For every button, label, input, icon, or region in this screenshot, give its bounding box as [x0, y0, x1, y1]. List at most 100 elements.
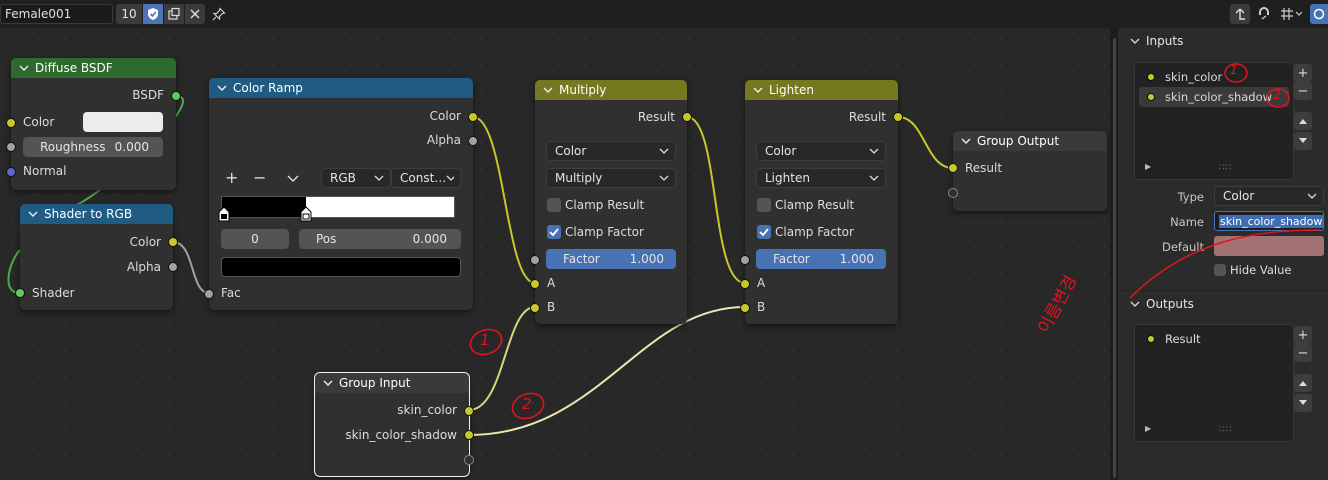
- color-mode-select[interactable]: RGB: [321, 168, 391, 188]
- remove-output-button[interactable]: −: [1294, 344, 1312, 362]
- active-stop-field[interactable]: 0: [221, 229, 289, 249]
- input-roughness-socket[interactable]: [6, 142, 16, 152]
- input-normal-socket[interactable]: [6, 167, 16, 177]
- output-skin-color-shadow-socket[interactable]: [464, 430, 474, 440]
- input-result-socket[interactable]: [948, 163, 958, 173]
- chevron-down-icon[interactable]: [1130, 37, 1140, 45]
- input-a-socket[interactable]: [740, 279, 750, 289]
- pin-icon[interactable]: [209, 4, 229, 24]
- output-color-socket[interactable]: [468, 112, 478, 122]
- add-stop-icon[interactable]: +: [225, 168, 238, 187]
- color-ramp-gradient[interactable]: [221, 196, 455, 218]
- chevron-down-icon[interactable]: [19, 63, 29, 73]
- empty-output-socket[interactable]: [464, 455, 474, 465]
- move-down-button[interactable]: [1294, 132, 1312, 150]
- chevron-down-icon[interactable]: [1130, 300, 1140, 308]
- fake-user-shield-icon[interactable]: [143, 4, 163, 24]
- shader-to-rgb-header[interactable]: Shader to RGB: [20, 204, 173, 224]
- input-b-socket[interactable]: [530, 303, 540, 313]
- remove-input-button[interactable]: −: [1294, 82, 1312, 100]
- outputs-list[interactable]: Result ▶ ∷∷: [1134, 324, 1294, 442]
- region-divider[interactable]: [1110, 28, 1118, 480]
- user-count-badge[interactable]: 10: [116, 4, 142, 24]
- data-type-select[interactable]: Color: [756, 141, 886, 161]
- input-factor-socket[interactable]: [530, 255, 540, 265]
- input-a-socket[interactable]: [530, 279, 540, 289]
- overlay-toggle-icon[interactable]: [1310, 4, 1328, 24]
- add-output-button[interactable]: +: [1294, 326, 1312, 344]
- chevron-down-icon[interactable]: [28, 209, 38, 219]
- group-input-header[interactable]: Group Input: [315, 373, 469, 393]
- close-icon[interactable]: [185, 4, 205, 24]
- output-color-socket[interactable]: [168, 237, 178, 247]
- chevron-down-icon[interactable]: [543, 85, 553, 95]
- inputs-list[interactable]: skin_color skin_color_shadow ▶ ∷∷: [1134, 62, 1294, 180]
- stop-marker-icon[interactable]: [218, 206, 230, 222]
- duplicate-icon[interactable]: [164, 4, 184, 24]
- hide-value-checkbox[interactable]: [1214, 264, 1226, 276]
- add-input-button[interactable]: +: [1294, 64, 1312, 82]
- stop-marker-icon[interactable]: [300, 206, 312, 222]
- multiply-node[interactable]: Multiply Result Color Multiply Clamp Res…: [530, 80, 692, 324]
- clamp-result-checkbox[interactable]: [757, 198, 771, 212]
- chevron-down-icon[interactable]: [323, 378, 333, 388]
- input-fac-socket[interactable]: [204, 289, 214, 299]
- lighten-node[interactable]: Lighten Result Color Lighten Clamp Resul…: [740, 80, 903, 324]
- output-result-socket[interactable]: [682, 112, 692, 122]
- output-alpha-socket[interactable]: [468, 136, 478, 146]
- group-output-node[interactable]: Group Output Result: [948, 131, 1107, 211]
- diffuse-bsdf-node[interactable]: Diffuse BSDF BSDF Color Roughness 0.000 …: [6, 58, 181, 190]
- parent-node-tree-icon[interactable]: [1230, 4, 1250, 24]
- socket-name-input[interactable]: skin_color_shadow: [1214, 211, 1324, 231]
- roughness-field[interactable]: Roughness 0.000: [23, 137, 163, 157]
- move-down-button[interactable]: [1294, 394, 1312, 412]
- snap-magnet-icon[interactable]: [1254, 4, 1274, 24]
- list-item-selected[interactable]: skin_color_shadow: [1139, 87, 1289, 107]
- resize-grip-icon[interactable]: ∷∷: [1219, 425, 1232, 435]
- resize-grip-icon[interactable]: ∷∷: [1219, 163, 1232, 173]
- outputs-section-header[interactable]: Outputs: [1130, 297, 1194, 311]
- shader-to-rgb-node[interactable]: Shader to RGB Color Alpha Shader: [15, 204, 178, 310]
- list-item[interactable]: Result: [1139, 329, 1289, 349]
- input-b-socket[interactable]: [740, 303, 750, 313]
- stop-position-field[interactable]: Pos 0.000: [299, 229, 461, 249]
- default-color-swatch[interactable]: [1214, 236, 1324, 256]
- blend-mode-select[interactable]: Lighten: [756, 168, 886, 188]
- input-shader-socket[interactable]: [15, 288, 25, 298]
- clamp-factor-checkbox[interactable]: [547, 225, 561, 239]
- scrollbar[interactable]: [1113, 38, 1116, 478]
- blend-mode-select[interactable]: Multiply: [546, 168, 676, 188]
- lighten-header[interactable]: Lighten: [745, 80, 898, 100]
- node-editor[interactable]: Diffuse BSDF BSDF Color Roughness 0.000 …: [0, 0, 1118, 480]
- group-output-header[interactable]: Group Output: [953, 131, 1107, 151]
- expand-filter-icon[interactable]: ▶: [1145, 424, 1151, 433]
- socket-type-select[interactable]: Color: [1214, 186, 1324, 206]
- color-ramp-node[interactable]: Color Ramp Color Alpha + − RGB Const… 0 …: [204, 78, 478, 310]
- node-tree-name-field[interactable]: Female001: [0, 4, 113, 24]
- output-skin-color-socket[interactable]: [464, 406, 474, 416]
- remove-stop-icon[interactable]: −: [253, 168, 266, 187]
- input-color-socket[interactable]: [6, 118, 16, 128]
- input-factor-socket[interactable]: [740, 255, 750, 265]
- chevron-down-icon[interactable]: [753, 85, 763, 95]
- chevron-down-icon[interactable]: [961, 136, 971, 146]
- multiply-header[interactable]: Multiply: [535, 80, 687, 100]
- move-up-button[interactable]: [1294, 374, 1312, 392]
- empty-input-socket[interactable]: [948, 188, 958, 198]
- chevron-down-icon[interactable]: [217, 83, 227, 93]
- list-item[interactable]: skin_color: [1139, 67, 1289, 87]
- data-type-select[interactable]: Color: [546, 141, 676, 161]
- factor-field[interactable]: Factor 1.000: [756, 249, 886, 269]
- output-alpha-socket[interactable]: [168, 262, 178, 272]
- color-swatch[interactable]: [83, 112, 163, 132]
- expand-filter-icon[interactable]: ▶: [1145, 162, 1151, 171]
- inputs-section-header[interactable]: Inputs: [1130, 34, 1183, 48]
- clamp-result-checkbox[interactable]: [547, 198, 561, 212]
- group-input-node[interactable]: Group Input skin_color skin_color_shadow: [314, 372, 474, 477]
- snap-grid-icon[interactable]: [1278, 4, 1306, 24]
- interpolation-select[interactable]: Const…: [391, 168, 461, 188]
- move-up-button[interactable]: [1294, 112, 1312, 130]
- diffuse-bsdf-header[interactable]: Diffuse BSDF: [11, 58, 176, 78]
- output-result-socket[interactable]: [893, 112, 903, 122]
- stop-color-swatch[interactable]: [221, 257, 461, 277]
